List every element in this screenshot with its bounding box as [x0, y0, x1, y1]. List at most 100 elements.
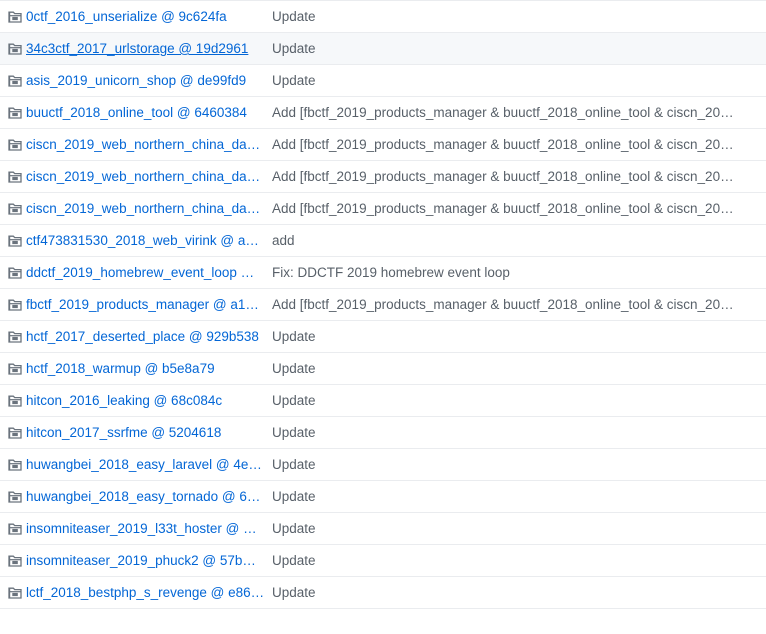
commit-message-cell: Update: [272, 41, 766, 56]
commit-message-cell: Update: [272, 457, 766, 472]
submodule-link[interactable]: 0ctf_2016_unserialize @ 9c624fa: [26, 9, 227, 24]
commit-message-cell: Update: [272, 425, 766, 440]
icon-cell: [0, 139, 26, 151]
submodule-link[interactable]: huwangbei_2018_easy_tornado @ 6…: [26, 489, 260, 504]
submodule-link[interactable]: hctf_2018_warmup @ b5e8a79: [26, 361, 215, 376]
file-row[interactable]: ciscn_2019_web_northern_china_da… Add [f…: [0, 129, 766, 161]
file-name-cell: hctf_2018_warmup @ b5e8a79: [26, 361, 272, 376]
submodule-link[interactable]: buuctf_2018_online_tool @ 6460384: [26, 105, 247, 120]
commit-message-link[interactable]: Update: [272, 393, 316, 408]
file-row[interactable]: ciscn_2019_web_northern_china_da… Add [f…: [0, 161, 766, 193]
file-row[interactable]: ciscn_2019_web_northern_china_da… Add [f…: [0, 193, 766, 225]
submodule-link[interactable]: insomniteaser_2019_l33t_hoster @ …: [26, 521, 257, 536]
submodule-link[interactable]: hitcon_2016_leaking @ 68c084c: [26, 393, 222, 408]
submodule-link[interactable]: 34c3ctf_2017_urlstorage @ 19d2961: [26, 41, 248, 56]
file-row[interactable]: 0ctf_2016_unserialize @ 9c624fa Update: [0, 1, 766, 33]
file-row[interactable]: huwangbei_2018_easy_tornado @ 6… Update: [0, 481, 766, 513]
commit-message-cell: Update: [272, 393, 766, 408]
submodule-link[interactable]: ddctf_2019_homebrew_event_loop …: [26, 265, 254, 280]
file-name-cell: insomniteaser_2019_l33t_hoster @ …: [26, 521, 272, 536]
submodule-link[interactable]: hctf_2017_deserted_place @ 929b538: [26, 329, 259, 344]
file-row[interactable]: insomniteaser_2019_phuck2 @ 57b… Update: [0, 545, 766, 577]
icon-cell: [0, 491, 26, 503]
icon-cell: [0, 11, 26, 23]
submodule-link[interactable]: ciscn_2019_web_northern_china_da…: [26, 169, 260, 184]
commit-message-link[interactable]: Add [fbctf_2019_products_manager & buuct…: [272, 105, 734, 120]
submodule-link[interactable]: ciscn_2019_web_northern_china_da…: [26, 137, 260, 152]
commit-message-link[interactable]: Add [fbctf_2019_products_manager & buuct…: [272, 201, 734, 216]
commit-message-link[interactable]: Fix: DDCTF 2019 homebrew event loop: [272, 265, 510, 280]
file-name-cell: 0ctf_2016_unserialize @ 9c624fa: [26, 9, 272, 24]
icon-cell: [0, 427, 26, 439]
commit-message-cell: Add [fbctf_2019_products_manager & buuct…: [272, 169, 766, 184]
file-row[interactable]: buuctf_2018_online_tool @ 6460384 Add [f…: [0, 97, 766, 129]
file-name-cell: buuctf_2018_online_tool @ 6460384: [26, 105, 272, 120]
icon-cell: [0, 523, 26, 535]
file-row[interactable]: hctf_2017_deserted_place @ 929b538 Updat…: [0, 321, 766, 353]
commit-message-link[interactable]: Update: [272, 425, 316, 440]
submodule-link[interactable]: insomniteaser_2019_phuck2 @ 57b…: [26, 553, 256, 568]
icon-cell: [0, 363, 26, 375]
commit-message-link[interactable]: add: [272, 233, 295, 248]
commit-message-cell: Update: [272, 73, 766, 88]
file-row[interactable]: 34c3ctf_2017_urlstorage @ 19d2961 Update: [0, 33, 766, 65]
file-row[interactable]: fbctf_2019_products_manager @ a1… Add [f…: [0, 289, 766, 321]
folder-submodule-icon: [8, 331, 22, 343]
folder-submodule-icon: [8, 11, 22, 23]
file-row[interactable]: insomniteaser_2019_l33t_hoster @ … Updat…: [0, 513, 766, 545]
commit-message-link[interactable]: Update: [272, 457, 316, 472]
folder-submodule-icon: [8, 523, 22, 535]
commit-message-cell: Update: [272, 361, 766, 376]
file-rows: 0ctf_2016_unserialize @ 9c624fa Update 3…: [0, 1, 766, 609]
commit-message-link[interactable]: Update: [272, 41, 316, 56]
file-name-cell: fbctf_2019_products_manager @ a1…: [26, 297, 272, 312]
file-row[interactable]: asis_2019_unicorn_shop @ de99fd9 Update: [0, 65, 766, 97]
submodule-link[interactable]: fbctf_2019_products_manager @ a1…: [26, 297, 259, 312]
commit-message-cell: Add [fbctf_2019_products_manager & buuct…: [272, 105, 766, 120]
commit-message-link[interactable]: Add [fbctf_2019_products_manager & buuct…: [272, 137, 734, 152]
folder-submodule-icon: [8, 427, 22, 439]
icon-cell: [0, 171, 26, 183]
folder-submodule-icon: [8, 491, 22, 503]
folder-submodule-icon: [8, 139, 22, 151]
submodule-link[interactable]: lctf_2018_bestphp_s_revenge @ e86…: [26, 585, 264, 600]
file-name-cell: huwangbei_2018_easy_tornado @ 6…: [26, 489, 272, 504]
icon-cell: [0, 107, 26, 119]
submodule-link[interactable]: asis_2019_unicorn_shop @ de99fd9: [26, 73, 246, 88]
commit-message-cell: Add [fbctf_2019_products_manager & buuct…: [272, 297, 766, 312]
commit-message-cell: Update: [272, 521, 766, 536]
commit-message-cell: Update: [272, 585, 766, 600]
commit-message-link[interactable]: Update: [272, 73, 316, 88]
commit-message-link[interactable]: Add [fbctf_2019_products_manager & buuct…: [272, 297, 734, 312]
file-row[interactable]: hitcon_2016_leaking @ 68c084c Update: [0, 385, 766, 417]
file-list: 0ctf_2016_unserialize @ 9c624fa Update 3…: [0, 0, 766, 609]
submodule-link[interactable]: huwangbei_2018_easy_laravel @ 4e…: [26, 457, 262, 472]
file-name-cell: 34c3ctf_2017_urlstorage @ 19d2961: [26, 41, 272, 56]
commit-message-link[interactable]: Update: [272, 9, 316, 24]
file-row[interactable]: hctf_2018_warmup @ b5e8a79 Update: [0, 353, 766, 385]
commit-message-link[interactable]: Update: [272, 489, 316, 504]
file-name-cell: hctf_2017_deserted_place @ 929b538: [26, 329, 272, 344]
submodule-link[interactable]: hitcon_2017_ssrfme @ 5204618: [26, 425, 221, 440]
file-row[interactable]: ddctf_2019_homebrew_event_loop … Fix: DD…: [0, 257, 766, 289]
folder-submodule-icon: [8, 459, 22, 471]
icon-cell: [0, 43, 26, 55]
file-name-cell: lctf_2018_bestphp_s_revenge @ e86…: [26, 585, 272, 600]
file-row[interactable]: ctf473831530_2018_web_virink @ a… add: [0, 225, 766, 257]
commit-message-link[interactable]: Update: [272, 585, 316, 600]
commit-message-link[interactable]: Update: [272, 553, 316, 568]
file-row[interactable]: hitcon_2017_ssrfme @ 5204618 Update: [0, 417, 766, 449]
folder-submodule-icon: [8, 299, 22, 311]
file-name-cell: ciscn_2019_web_northern_china_da…: [26, 169, 272, 184]
submodule-link[interactable]: ctf473831530_2018_web_virink @ a…: [26, 233, 259, 248]
file-row[interactable]: huwangbei_2018_easy_laravel @ 4e… Update: [0, 449, 766, 481]
file-name-cell: ciscn_2019_web_northern_china_da…: [26, 137, 272, 152]
folder-submodule-icon: [8, 75, 22, 87]
submodule-link[interactable]: ciscn_2019_web_northern_china_da…: [26, 201, 260, 216]
commit-message-link[interactable]: Update: [272, 361, 316, 376]
file-row[interactable]: lctf_2018_bestphp_s_revenge @ e86… Updat…: [0, 577, 766, 609]
commit-message-cell: Add [fbctf_2019_products_manager & buuct…: [272, 201, 766, 216]
commit-message-link[interactable]: Update: [272, 329, 316, 344]
commit-message-link[interactable]: Update: [272, 521, 316, 536]
commit-message-link[interactable]: Add [fbctf_2019_products_manager & buuct…: [272, 169, 734, 184]
